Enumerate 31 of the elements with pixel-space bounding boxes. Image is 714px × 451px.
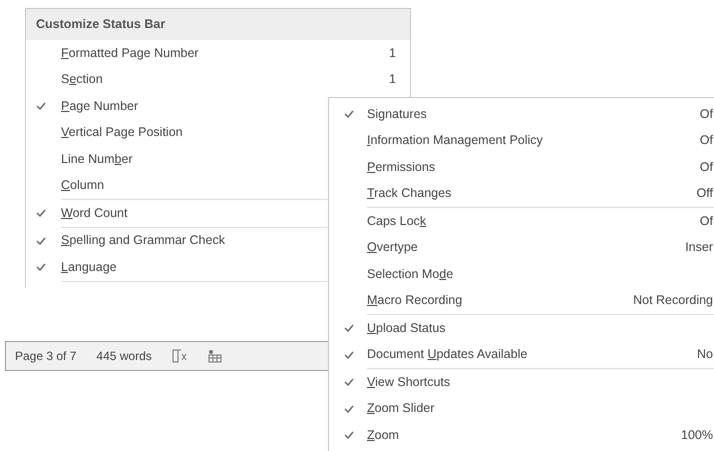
menu-item-value: Inser	[685, 239, 713, 256]
menu-item[interactable]: Upload Status	[329, 315, 714, 342]
menu-item[interactable]: Track Changes Off	[329, 180, 714, 207]
menu-item[interactable]: Macro Recording Not Recording	[329, 288, 714, 314]
menu-title: Customize Status Bar	[26, 9, 410, 40]
menu-item-value: Not Recording	[633, 292, 713, 310]
menu-item[interactable]: Caps Lock Of	[329, 208, 714, 234]
menu-item[interactable]: Formatted Page Number 1	[26, 40, 410, 66]
menu-item[interactable]: Zoom 100%	[329, 422, 714, 448]
menu-item-value: Off	[696, 185, 713, 202]
menu-item-value: Of	[700, 158, 713, 176]
menu-item-value: No	[697, 346, 713, 364]
menu-item-value: Of	[700, 132, 713, 150]
menu-item-value: 1	[389, 71, 396, 88]
menu-item-value: 100%	[681, 426, 713, 444]
word-count[interactable]: 445 words	[96, 347, 152, 365]
menu-item[interactable]: Permissions Of	[329, 154, 714, 180]
menu-item-value: Of	[700, 106, 713, 123]
menu-item[interactable]: Selection Mode	[329, 261, 714, 288]
menu-item[interactable]: Document Updates Available No	[329, 342, 714, 368]
page-indicator[interactable]: Page 3 of 7	[15, 347, 76, 365]
menu-item-value: 1	[389, 44, 396, 62]
menu-item[interactable]: Zoom Slider	[329, 396, 714, 422]
menu-item[interactable]: View Shortcuts	[329, 369, 714, 396]
layout-icon[interactable]	[208, 349, 222, 363]
menu-item[interactable]: Information Management Policy Of	[329, 128, 714, 154]
proofing-icon[interactable]	[172, 349, 188, 363]
menu-item[interactable]: Signatures Of	[329, 101, 714, 128]
menu-item[interactable]: Overtype Inser	[329, 234, 714, 261]
menu-item[interactable]: Section 1	[26, 66, 410, 93]
menu-item-value: Of	[700, 212, 713, 230]
